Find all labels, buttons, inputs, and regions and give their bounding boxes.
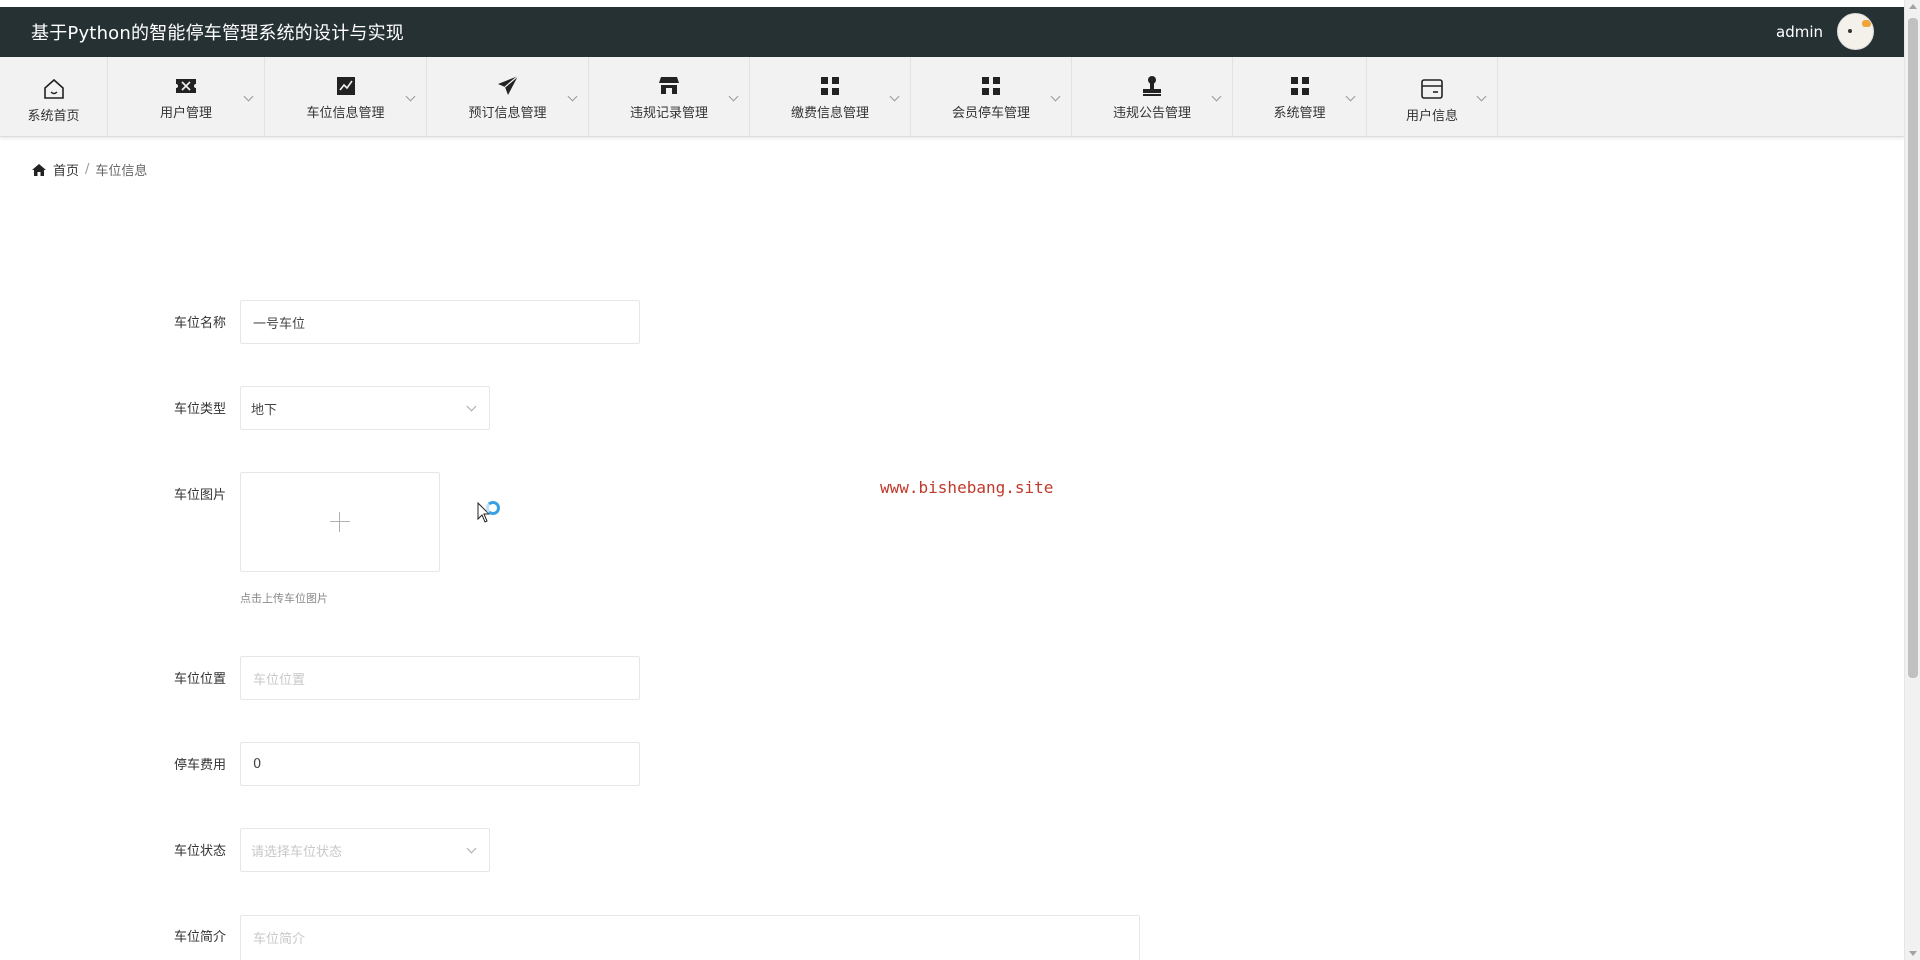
type-select[interactable]: 地下 bbox=[240, 386, 490, 430]
grid-icon bbox=[1290, 74, 1310, 98]
chevron-down-icon bbox=[728, 91, 739, 102]
nav-item-payment[interactable]: 缴费信息管理 bbox=[750, 57, 911, 137]
nav-label: 系统首页 bbox=[27, 108, 80, 124]
upload-hint: 点击上传车位图片 bbox=[240, 592, 328, 605]
type-value: 地下 bbox=[251, 402, 278, 418]
ticket-icon bbox=[174, 74, 198, 98]
chevron-down-icon bbox=[1345, 91, 1356, 102]
name-label: 车位名称 bbox=[174, 316, 227, 331]
nav-label: 违规公告管理 bbox=[1112, 105, 1191, 121]
nav-label: 违规记录管理 bbox=[629, 105, 708, 121]
chevron-down-icon bbox=[1211, 91, 1222, 102]
nav-item-member-parking[interactable]: 会员停车管理 bbox=[911, 57, 1072, 137]
breadcrumb-separator: / bbox=[85, 162, 90, 177]
chevron-down-icon bbox=[1476, 91, 1487, 102]
nav-item-home[interactable]: 系统首页 bbox=[0, 57, 108, 137]
store-icon bbox=[658, 74, 680, 98]
card-icon bbox=[1420, 77, 1444, 101]
chevron-down-icon bbox=[889, 91, 900, 102]
intro-label: 车位简介 bbox=[174, 930, 227, 945]
fee-input[interactable]: 0 bbox=[240, 742, 640, 786]
location-input[interactable]: 车位位置 bbox=[240, 656, 640, 700]
fee-label: 停车费用 bbox=[174, 758, 227, 773]
fee-value: 0 bbox=[253, 756, 262, 772]
nav-item-booking[interactable]: 预订信息管理 bbox=[427, 57, 589, 137]
image-label: 车位图片 bbox=[174, 488, 227, 503]
chevron-down-icon bbox=[405, 91, 416, 102]
paper-plane-icon bbox=[497, 74, 519, 98]
plus-icon bbox=[330, 512, 350, 532]
chevron-down-icon bbox=[1050, 91, 1061, 102]
grid-icon bbox=[820, 74, 840, 98]
home-icon bbox=[32, 163, 46, 176]
chevron-down-icon bbox=[243, 91, 254, 102]
status-label: 车位状态 bbox=[174, 844, 227, 859]
nav-item-user-info[interactable]: 用户信息 bbox=[1367, 57, 1498, 137]
scroll-up-icon[interactable] bbox=[1909, 4, 1917, 9]
nav-label: 车位信息管理 bbox=[306, 105, 385, 121]
name-value: 一号车位 bbox=[253, 316, 306, 332]
stamp-icon bbox=[1141, 74, 1163, 98]
page-scrollbar[interactable] bbox=[1904, 0, 1920, 960]
nav-item-violation-records[interactable]: 违规记录管理 bbox=[589, 57, 750, 137]
status-select[interactable]: 请选择车位状态 bbox=[240, 828, 490, 872]
breadcrumb-home[interactable]: 首页 bbox=[53, 160, 79, 179]
nav-item-parking-info[interactable]: 车位信息管理 bbox=[265, 57, 427, 137]
app-header: 基于Python的智能停车管理系统的设计与实现 admin bbox=[0, 7, 1904, 57]
nav-item-system[interactable]: 系统管理 bbox=[1233, 57, 1367, 137]
app-title: 基于Python的智能停车管理系统的设计与实现 bbox=[31, 23, 404, 44]
chevron-down-icon bbox=[466, 401, 477, 412]
type-label: 车位类型 bbox=[174, 402, 227, 417]
top-nav: 系统首页 用户管理 车位信息管理 预订信息管理 违规记录管理 缴费信息管理 会员… bbox=[0, 57, 1904, 137]
username[interactable]: admin bbox=[1776, 23, 1823, 41]
breadcrumb-current: 车位信息 bbox=[95, 164, 148, 179]
scrollbar-thumb[interactable] bbox=[1908, 18, 1918, 678]
loading-spinner-icon bbox=[486, 501, 500, 515]
grid-icon bbox=[981, 74, 1001, 98]
top-strip bbox=[0, 0, 1904, 7]
avatar[interactable] bbox=[1837, 13, 1874, 50]
intro-placeholder: 车位简介 bbox=[253, 932, 306, 947]
chevron-down-icon bbox=[567, 91, 578, 102]
nav-label: 系统管理 bbox=[1273, 105, 1326, 121]
nav-label: 缴费信息管理 bbox=[790, 105, 869, 121]
status-placeholder: 请选择车位状态 bbox=[251, 844, 343, 860]
scroll-down-icon[interactable] bbox=[1909, 951, 1917, 956]
location-label: 车位位置 bbox=[174, 672, 227, 687]
location-placeholder: 车位位置 bbox=[253, 672, 306, 688]
user-menu[interactable]: admin bbox=[1776, 13, 1874, 50]
nav-item-users[interactable]: 用户管理 bbox=[108, 57, 265, 137]
image-upload[interactable] bbox=[240, 472, 440, 572]
nav-label: 用户管理 bbox=[159, 105, 212, 121]
breadcrumb: 首页 / 车位信息 bbox=[31, 160, 147, 179]
nav-label: 用户信息 bbox=[1405, 108, 1458, 124]
chevron-down-icon bbox=[466, 843, 477, 854]
nav-label: 会员停车管理 bbox=[951, 105, 1030, 121]
chart-line-icon bbox=[336, 74, 356, 98]
nav-item-violation-notice[interactable]: 违规公告管理 bbox=[1072, 57, 1233, 137]
intro-textarea[interactable]: 车位简介 bbox=[240, 915, 1140, 960]
watermark: www.bishebang.site bbox=[880, 478, 1054, 497]
name-input[interactable]: 一号车位 bbox=[240, 300, 640, 344]
nav-label: 预订信息管理 bbox=[468, 105, 547, 121]
home-icon bbox=[42, 77, 66, 101]
